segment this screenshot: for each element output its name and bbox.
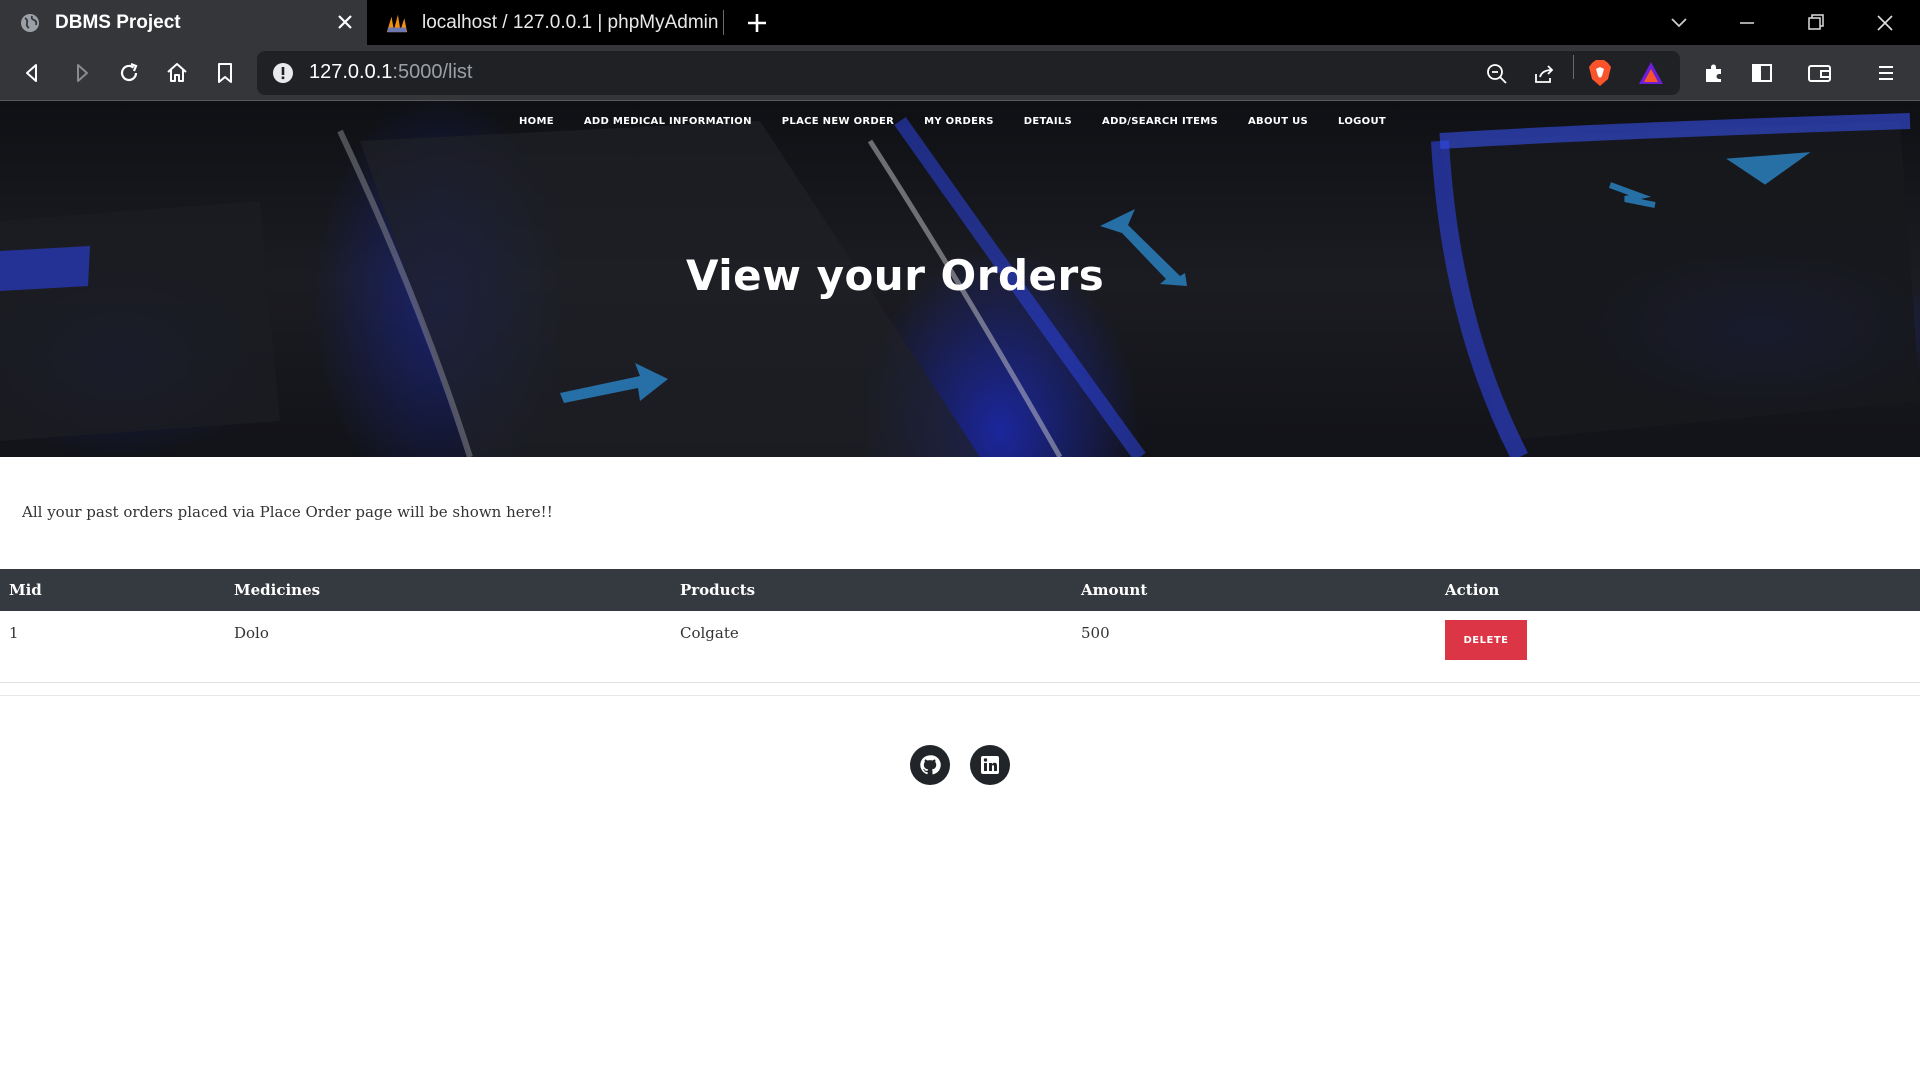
table-header: Mid Medicines Products Amount Action (0, 569, 1920, 611)
header-action: Action (1445, 581, 1500, 599)
header-row: Mid Medicines Products Amount Action (0, 569, 1920, 611)
cell-medicines: Dolo (225, 611, 671, 683)
main-nav: HOME ADD MEDICAL INFORMATION PLACE NEW O… (0, 116, 1920, 127)
site-info-icon[interactable] (272, 62, 294, 84)
cell-mid: 1 (0, 611, 225, 683)
wallet-icon[interactable] (1806, 59, 1834, 87)
reload-icon[interactable] (115, 59, 143, 87)
menu-icon[interactable] (1872, 59, 1900, 87)
sidebar-icon[interactable] (1748, 59, 1776, 87)
share-icon[interactable] (1532, 62, 1556, 86)
restore-icon[interactable] (1803, 10, 1829, 36)
brave-rewards-icon[interactable] (1637, 59, 1665, 87)
bookmark-icon[interactable] (211, 59, 239, 87)
hero-banner: HOME ADD MEDICAL INFORMATION PLACE NEW O… (0, 101, 1920, 457)
extensions-icon[interactable] (1700, 59, 1728, 87)
back-icon[interactable] (19, 59, 47, 87)
tab-dbms-project[interactable]: DBMS Project (0, 0, 367, 45)
cell-products: Colgate (671, 611, 1072, 683)
page-title: View your Orders (686, 251, 1105, 300)
tab-title: DBMS Project (55, 11, 181, 33)
close-tab-icon[interactable] (335, 12, 355, 32)
nav-my-orders[interactable]: MY ORDERS (924, 116, 994, 127)
url-path: :5000/list (392, 61, 473, 83)
minimize-icon[interactable] (1734, 10, 1760, 36)
url-text: 127.0.0.1:5000/list (309, 61, 472, 84)
intro-text: All your past orders placed via Place Or… (22, 503, 553, 521)
phpmyadmin-icon (386, 12, 408, 34)
zoom-icon[interactable] (1485, 62, 1509, 86)
address-bar[interactable]: 127.0.0.1:5000/list (257, 51, 1680, 95)
cell-amount: 500 (1072, 611, 1436, 683)
tab-title: localhost / 127.0.0.1 | phpMyAdmin 5. (422, 11, 722, 33)
new-tab-button[interactable] (744, 10, 770, 36)
linkedin-icon[interactable] (970, 745, 1010, 785)
home-icon[interactable] (163, 59, 191, 87)
nav-add-medical-information[interactable]: ADD MEDICAL INFORMATION (584, 116, 752, 127)
header-mid: Mid (9, 581, 42, 599)
tab-phpmyadmin[interactable]: localhost / 127.0.0.1 | phpMyAdmin 5. (367, 0, 724, 45)
forward-icon[interactable] (67, 59, 95, 87)
toolbar-separator (1573, 55, 1574, 79)
nav-about-us[interactable]: ABOUT US (1248, 116, 1308, 127)
brave-shields-icon[interactable] (1586, 59, 1614, 87)
globe-icon (19, 12, 41, 34)
browser-toolbar: 127.0.0.1:5000/list (0, 45, 1920, 101)
orders-table: Mid Medicines Products Amount Action 1 D… (0, 569, 1920, 683)
tab-search-icon[interactable] (1666, 10, 1692, 36)
cell-action: DELETE (1436, 611, 1920, 683)
header-medicines: Medicines (234, 581, 321, 599)
delete-button[interactable]: DELETE (1445, 620, 1527, 660)
header-amount: Amount (1081, 581, 1148, 599)
header-products: Products (680, 581, 756, 599)
nav-logout[interactable]: LOGOUT (1338, 116, 1386, 127)
nav-place-new-order[interactable]: PLACE NEW ORDER (782, 116, 894, 127)
url-host: 127.0.0.1 (309, 61, 393, 83)
github-icon[interactable] (910, 745, 950, 785)
table-row: 1 Dolo Colgate 500 DELETE (0, 611, 1920, 683)
web-page: HOME ADD MEDICAL INFORMATION PLACE NEW O… (0, 101, 1920, 1080)
close-window-icon[interactable] (1872, 10, 1898, 36)
footer-divider (0, 695, 1920, 696)
nav-add-search-items[interactable]: ADD/SEARCH ITEMS (1102, 116, 1218, 127)
tab-strip: DBMS Project localhost / 127.0.0.1 | php… (0, 0, 1920, 45)
nav-home[interactable]: HOME (519, 116, 554, 127)
tab-separator (723, 10, 724, 35)
nav-details[interactable]: DETAILS (1024, 116, 1072, 127)
